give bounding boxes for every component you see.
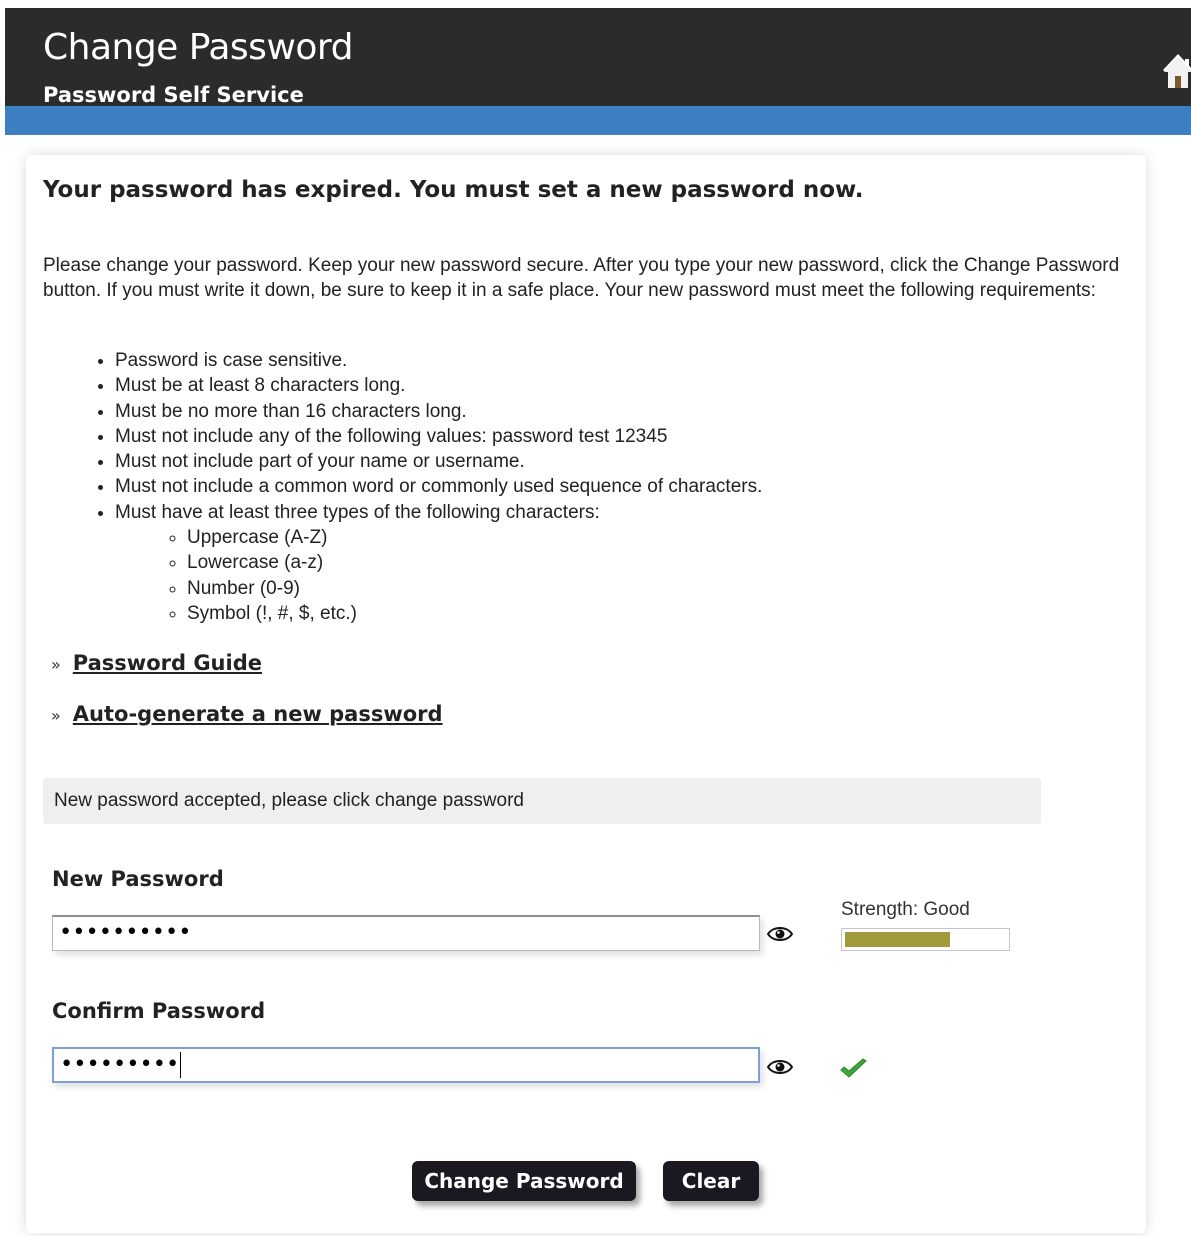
link-bullet: » [51,655,61,674]
character-type-item: Lowercase (a-z) [187,550,762,575]
page-subtitle: Password Self Service [43,83,304,107]
requirement-item: Must not include a common word or common… [115,474,762,499]
strength-meter [841,928,1010,951]
eye-icon[interactable] [766,926,794,942]
accent-bar [5,106,1191,135]
intro-text: Please change your password. Keep your n… [43,255,1120,301]
requirement-item: Must not include any of the following va… [115,424,762,449]
new-password-label: New Password [52,867,224,891]
expired-headline: Your password has expired. You must set … [43,177,864,203]
requirements-list: Password is case sensitive. Must be at l… [43,348,762,626]
checkmark-icon [839,1057,869,1081]
auto-generate-link[interactable]: Auto-generate a new password [73,702,443,726]
requirement-item: Must not include part of your name or us… [115,449,762,474]
content-panel: Your password has expired. You must set … [26,155,1146,1233]
requirement-item: Must be no more than 16 characters long. [115,399,762,424]
strength-label: Strength: Good [841,899,970,920]
app-header: Change Password Password Self Service [5,8,1191,107]
strength-meter-fill [845,932,950,947]
page-title: Change Password [43,27,353,68]
status-message: New password accepted, please click chan… [43,778,1041,824]
auto-generate-row: » Auto-generate a new password [51,700,443,730]
eye-icon[interactable] [766,1059,794,1075]
change-password-button[interactable]: Change Password [412,1161,636,1201]
character-type-item: Number (0-9) [187,576,762,601]
character-types-list: Uppercase (A-Z) Lowercase (a-z) Number (… [115,525,762,626]
text-caret [180,1052,182,1078]
link-bullet: » [51,706,61,725]
requirement-item: Password is case sensitive. [115,348,762,373]
clear-button[interactable]: Clear [663,1161,759,1201]
requirement-item-text: Must have at least three types of the fo… [115,501,600,523]
confirm-password-value: ••••••••• [60,1052,180,1077]
password-guide-link[interactable]: Password Guide [73,651,262,675]
confirm-password-input[interactable]: ••••••••• [52,1047,760,1083]
password-guide-row: » Password Guide [51,649,262,679]
requirement-item: Must have at least three types of the fo… [115,500,762,626]
requirement-item: Must be at least 8 characters long. [115,373,762,398]
confirm-password-label: Confirm Password [52,999,266,1023]
home-icon[interactable] [1163,54,1191,90]
character-type-item: Uppercase (A-Z) [187,525,762,550]
character-type-item: Symbol (!, #, $, etc.) [187,601,762,626]
new-password-input[interactable]: •••••••••• [52,915,760,951]
